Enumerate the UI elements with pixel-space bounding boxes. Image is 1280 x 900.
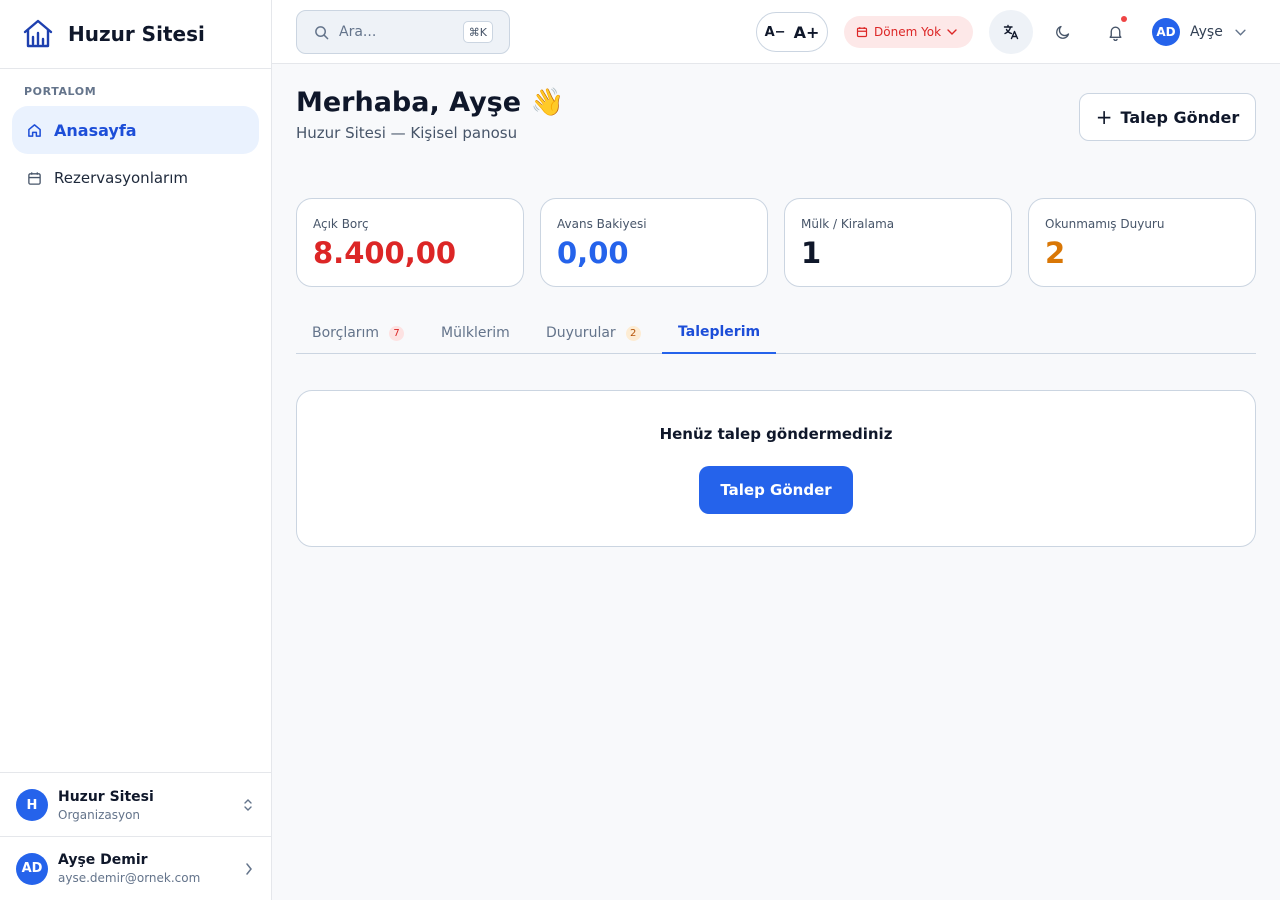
moon-icon bbox=[1055, 24, 1071, 40]
profile-avatar: AD bbox=[1152, 18, 1180, 46]
sidebar-nav: Anasayfa Rezervasyonlarım bbox=[12, 106, 259, 202]
tab-label: Taleplerim bbox=[678, 324, 761, 340]
bell-icon bbox=[1107, 24, 1124, 41]
home-icon bbox=[26, 122, 42, 138]
building-logo-icon bbox=[21, 17, 55, 51]
count-badge: 2 bbox=[625, 325, 641, 341]
org-name: Huzur Sitesi bbox=[58, 788, 154, 805]
user-email: ayse.demir@ornek.com bbox=[58, 871, 201, 885]
chevron-right-icon bbox=[245, 862, 253, 876]
search-shortcut: ⌘K bbox=[462, 21, 493, 43]
period-label: Dönem Yok bbox=[874, 25, 942, 39]
tab-duyurular[interactable]: Duyurular 2 bbox=[530, 312, 657, 354]
user-menu[interactable]: AD Ayşe Demir ayse.demir@ornek.com bbox=[0, 836, 271, 900]
period-selector[interactable]: Dönem Yok bbox=[844, 16, 973, 48]
chevron-down-icon bbox=[947, 29, 957, 35]
user-avatar: AD bbox=[16, 852, 48, 885]
stat-label: Avans Bakiyesi bbox=[557, 217, 647, 231]
stat-value: 0,00 bbox=[557, 236, 629, 270]
tab-taleplerim[interactable]: Taleplerim bbox=[662, 312, 777, 354]
notification-dot bbox=[1121, 16, 1127, 22]
stat-card-open-debt: Açık Borç 8.400,00 bbox=[296, 198, 524, 287]
profile-name: Ayşe bbox=[1190, 24, 1223, 40]
sidebar-item-anasayfa[interactable]: Anasayfa bbox=[12, 106, 259, 154]
font-size-control: A− A+ bbox=[756, 12, 828, 52]
font-decrease-button[interactable]: A− bbox=[765, 25, 786, 40]
sidebar-item-label: Rezervasyonlarım bbox=[54, 169, 188, 187]
user-name: Ayşe Demir bbox=[58, 852, 148, 868]
page-title: Merhaba, Ayşe 👋 bbox=[296, 87, 565, 118]
sidebar-item-label: Anasayfa bbox=[54, 120, 137, 140]
stat-card-property: Mülk / Kiralama 1 bbox=[784, 198, 1012, 287]
tab-borclarim[interactable]: Borçlarım 7 bbox=[296, 312, 420, 354]
sidebar-item-rezervasyonlarim[interactable]: Rezervasyonlarım bbox=[12, 154, 259, 202]
stat-label: Açık Borç bbox=[313, 217, 369, 231]
stat-value: 1 bbox=[801, 236, 822, 270]
tab-label: Borçlarım bbox=[312, 325, 380, 341]
stat-value: 8.400,00 bbox=[313, 236, 457, 270]
tab-bar: Borçlarım 7 Mülklerim Duyurular 2 Talepl… bbox=[296, 312, 1256, 354]
topbar: Ara... ⌘K A− A+ Dönem Yok AD Ayşe bbox=[272, 0, 1280, 64]
language-button[interactable] bbox=[989, 10, 1033, 54]
notifications-button[interactable] bbox=[1093, 10, 1137, 54]
stat-card-unread-announcements: Okunmamış Duyuru 2 bbox=[1028, 198, 1256, 287]
font-increase-button[interactable]: A+ bbox=[794, 23, 820, 42]
org-avatar: H bbox=[16, 789, 48, 821]
stat-label: Mülk / Kiralama bbox=[801, 217, 895, 231]
chevron-down-icon bbox=[1235, 29, 1246, 36]
tab-label: Duyurular bbox=[546, 325, 616, 341]
empty-state-card: Henüz talep göndermediniz Talep Gönder bbox=[296, 390, 1256, 547]
profile-menu[interactable]: AD Ayşe bbox=[1152, 18, 1246, 46]
tab-mulklerim[interactable]: Mülklerim bbox=[425, 312, 526, 354]
page-subtitle: Huzur Sitesi — Kişisel panosu bbox=[296, 124, 518, 142]
sidebar: Huzur Sitesi PORTALOM Anasayfa Rezervasy… bbox=[0, 0, 272, 900]
send-request-button[interactable]: + Talep Gönder bbox=[1079, 93, 1256, 141]
org-type: Organizasyon bbox=[58, 807, 141, 822]
organization-switcher[interactable]: H Huzur Sitesi Organizasyon bbox=[0, 772, 271, 837]
chevrons-up-down-icon bbox=[243, 798, 253, 812]
empty-state-message: Henüz talep göndermediniz bbox=[659, 425, 893, 443]
plus-icon: + bbox=[1095, 105, 1113, 129]
translate-icon bbox=[1003, 24, 1019, 40]
search-placeholder: Ara... bbox=[339, 24, 377, 40]
search-input[interactable]: Ara... ⌘K bbox=[296, 10, 510, 54]
theme-toggle-button[interactable] bbox=[1041, 10, 1085, 54]
brand-name: Huzur Sitesi bbox=[68, 22, 205, 46]
sidebar-section-label: PORTALOM bbox=[24, 85, 97, 98]
empty-state-send-request-button[interactable]: Talep Gönder bbox=[699, 466, 853, 514]
send-request-label: Talep Gönder bbox=[1120, 107, 1240, 127]
search-icon bbox=[314, 25, 329, 40]
count-badge: 7 bbox=[389, 325, 405, 341]
brand-header[interactable]: Huzur Sitesi bbox=[0, 0, 271, 69]
stat-label: Okunmamış Duyuru bbox=[1045, 217, 1165, 231]
stat-value: 2 bbox=[1045, 236, 1066, 270]
tab-label: Mülklerim bbox=[441, 325, 510, 341]
stat-card-advance-balance: Avans Bakiyesi 0,00 bbox=[540, 198, 768, 287]
calendar-icon bbox=[856, 26, 868, 38]
calendar-icon bbox=[26, 170, 42, 186]
